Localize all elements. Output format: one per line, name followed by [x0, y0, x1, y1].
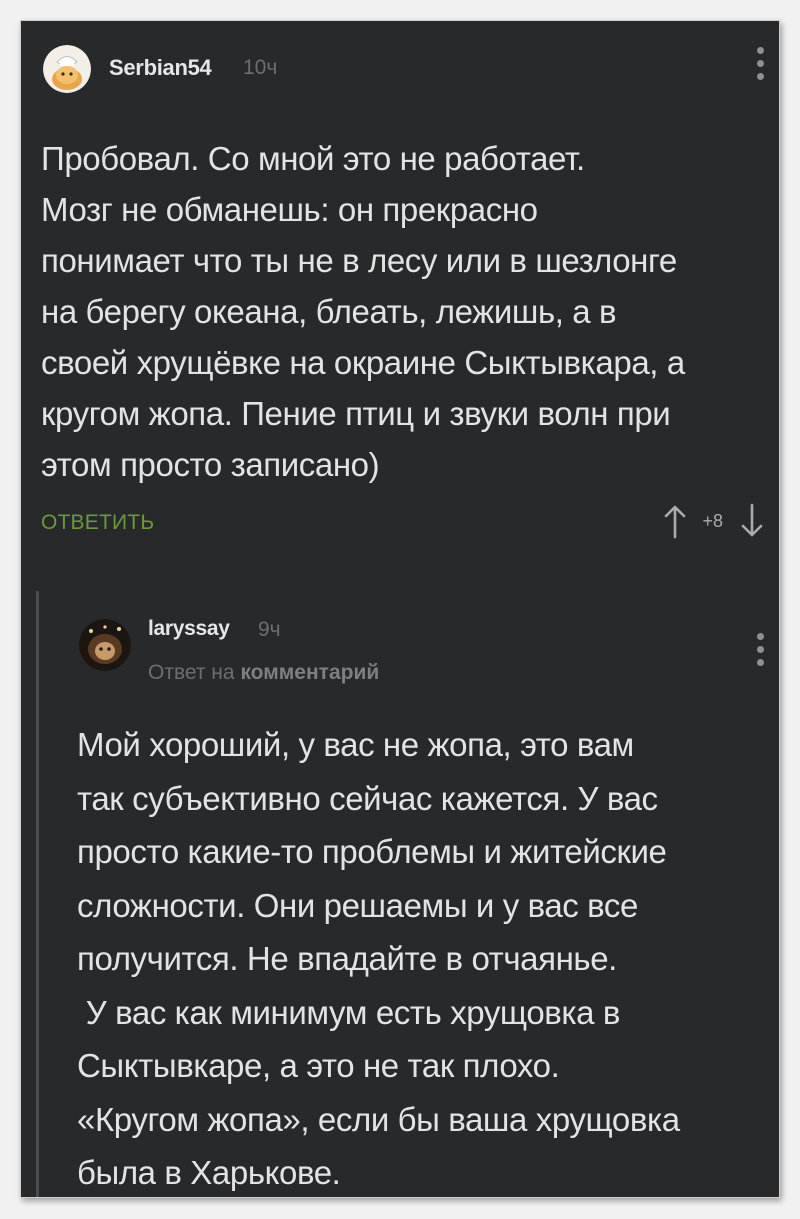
comment-line: кругом жопа. Пение птиц и звуки волн при [41, 395, 671, 432]
comment-line: была в Харькове. [77, 1154, 341, 1191]
reply-to-info: Ответ на комментарий [148, 661, 379, 685]
more-vertical-icon[interactable] [757, 633, 765, 666]
arrow-down-icon[interactable] [739, 503, 765, 539]
comment-line: «Кругом жопа», если бы ваша хрущовка [77, 1100, 680, 1138]
comment-line: У вас как минимум есть хрущовка в [77, 993, 621, 1031]
comment-line: так субъективно сейчас кажется. У вас [77, 779, 658, 817]
arrow-up-icon[interactable] [662, 503, 688, 539]
vote-controls: +8 [662, 503, 765, 539]
comment-author[interactable]: laryssay [148, 617, 230, 641]
reply-button[interactable]: ОТВЕТИТЬ [41, 511, 154, 535]
comment-line: Мой хороший, у вас не жопа, это вам [77, 726, 634, 763]
comment-time: 10ч [243, 56, 278, 79]
comment-line: сложности. Они решаемы и у вас все [77, 886, 638, 924]
reply-to-prefix: Ответ на [148, 661, 235, 684]
comment-body: Мой хороший, у вас не жопа, это вам так … [77, 718, 680, 1197]
comments-card: Serbian54 10ч Пробовал. Со мной это не р… [20, 20, 780, 1198]
user-avatar-laryssay[interactable] [79, 619, 131, 671]
comment-line: на берегу океана, блеать, лежишь, а в [41, 293, 617, 330]
avatar-cartoon-icon [43, 45, 91, 93]
comment-line: Пробовал. Со мной это не работает. [41, 140, 585, 177]
vote-score: +8 [702, 510, 723, 531]
comment-line: просто какие-то проблемы и житейские [77, 833, 667, 870]
comment-line: понимает что ты не в лесу или в шезлонге [41, 242, 677, 279]
thread-line [36, 591, 39, 1197]
comment-line: Мозг не обманешь: он прекрасно [41, 191, 538, 228]
avatar-photo-icon [79, 619, 131, 671]
comment-time: 9ч [258, 618, 281, 641]
comment-line: этом просто записано) [41, 446, 380, 483]
user-avatar-serbian54[interactable] [43, 45, 91, 93]
comment-author[interactable]: Serbian54 [109, 55, 212, 81]
comment-line: своей хрущёвке на окраине Сыктывкара, а [41, 344, 685, 381]
more-vertical-icon[interactable] [757, 47, 765, 80]
comment-line: Сыктывкаре, а это не так плохо. [77, 1047, 560, 1084]
reply-to-link[interactable]: комментарий [240, 661, 379, 684]
comment-body: Пробовал. Со мной это не работает. Мозг … [41, 133, 685, 490]
comment-line: получится. Не впадайте в отчаянье. [77, 940, 617, 977]
